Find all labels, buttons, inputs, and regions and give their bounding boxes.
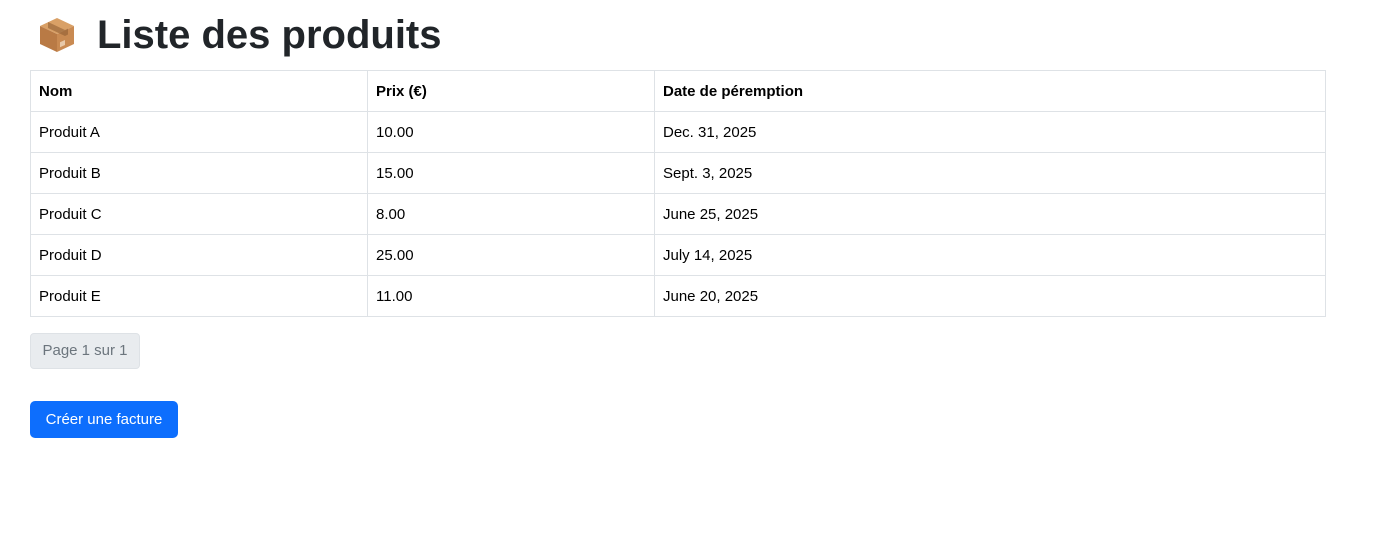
- cell-name: Produit C: [30, 193, 368, 235]
- table-row: Produit B 15.00 Sept. 3, 2025: [30, 152, 1326, 194]
- column-header-price: Prix (€): [367, 70, 655, 112]
- column-header-expiry: Date de péremption: [654, 70, 1326, 112]
- cell-price: 25.00: [367, 234, 655, 276]
- cell-expiry: Sept. 3, 2025: [654, 152, 1326, 194]
- page-title: Liste des produits: [97, 13, 442, 57]
- cell-expiry: July 14, 2025: [654, 234, 1326, 276]
- table-row: Produit D 25.00 July 14, 2025: [30, 234, 1326, 276]
- cell-expiry: June 20, 2025: [654, 275, 1326, 317]
- table-row: Produit E 11.00 June 20, 2025: [30, 275, 1326, 317]
- table-header-row: Nom Prix (€) Date de péremption: [30, 70, 1326, 112]
- cell-price: 11.00: [367, 275, 655, 317]
- column-header-name: Nom: [30, 70, 368, 112]
- cell-expiry: Dec. 31, 2025: [654, 111, 1326, 153]
- cell-expiry: June 25, 2025: [654, 193, 1326, 235]
- cell-name: Produit B: [30, 152, 368, 194]
- cell-price: 8.00: [367, 193, 655, 235]
- page-header: Liste des produits: [30, 0, 1326, 70]
- create-invoice-button[interactable]: Créer une facture: [30, 401, 178, 438]
- pagination-status: Page 1 sur 1: [30, 333, 140, 369]
- package-box-icon: [37, 15, 77, 55]
- main-content: Liste des produits Nom Prix (€) Date de …: [30, 0, 1326, 438]
- cell-price: 10.00: [367, 111, 655, 153]
- cell-name: Produit A: [30, 111, 368, 153]
- cell-name: Produit E: [30, 275, 368, 317]
- cell-price: 15.00: [367, 152, 655, 194]
- products-table: Nom Prix (€) Date de péremption Produit …: [30, 70, 1326, 317]
- cell-name: Produit D: [30, 234, 368, 276]
- table-row: Produit A 10.00 Dec. 31, 2025: [30, 111, 1326, 153]
- table-row: Produit C 8.00 June 25, 2025: [30, 193, 1326, 235]
